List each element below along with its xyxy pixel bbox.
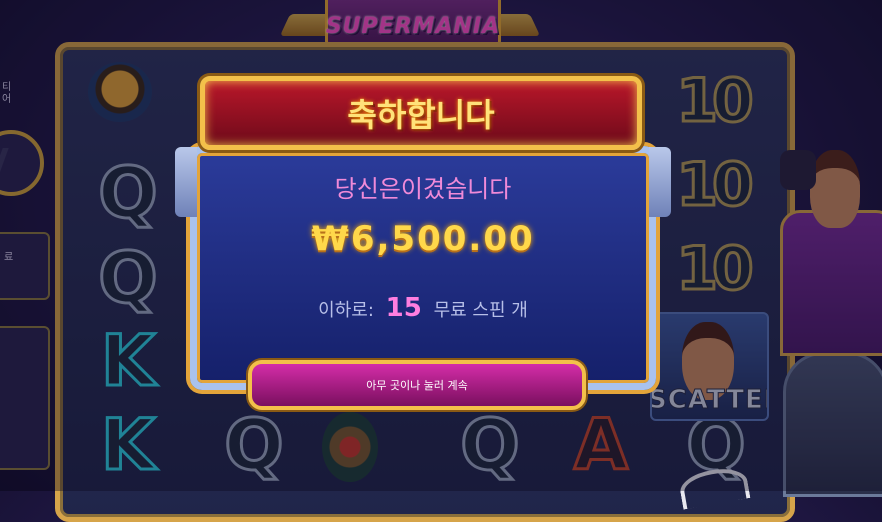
popup-title: 축하합니다 [347,96,495,134]
free-spins-suffix: 무료 스핀 개 [433,300,528,321]
continue-button[interactable]: 아무 곳이나 눌러 계속 [248,360,586,410]
continue-button-label: 아무 곳이나 눌러 계속 [366,379,468,392]
win-popup: 당신은이겼습니다 ₩6,500.00 이하로: 15 무료 스핀 개 축하합니다… [175,68,671,413]
popup-header: 축하합니다 [200,76,642,150]
free-spins-count: 15 [385,293,422,323]
free-spins-prefix: 이하로: [318,300,374,321]
free-spins-line: 이하로: 15 무료 스핀 개 [197,293,649,323]
popup-panel: 당신은이겼습니다 ₩6,500.00 이하로: 15 무료 스핀 개 [175,146,671,390]
popup-subtitle: 당신은이겼습니다 [334,175,512,203]
win-amount: ₩6,500.00 [311,219,535,259]
